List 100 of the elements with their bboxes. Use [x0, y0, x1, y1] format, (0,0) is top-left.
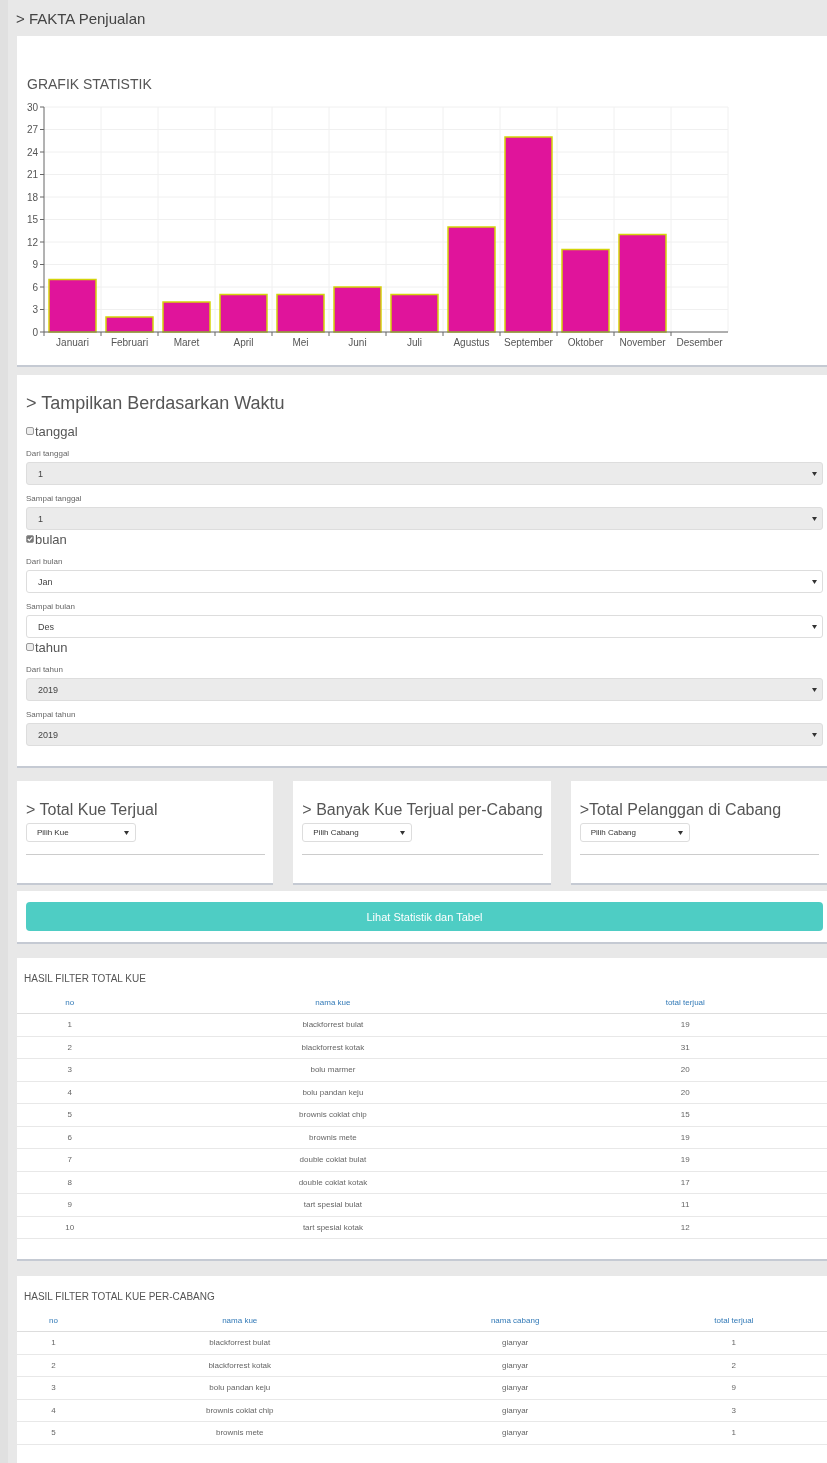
x-tick-label: Juni: [348, 337, 367, 348]
field-label: Sampai bulan: [26, 602, 76, 611]
table-cell: 9: [17, 1193, 123, 1216]
y-tick-label: 21: [26, 169, 38, 180]
table-cell: blackforrest bulat: [122, 1013, 544, 1036]
column-header: nama cabang: [389, 1310, 641, 1332]
table-cell: 4: [17, 1081, 123, 1104]
table-cell: blackforrest kotak: [89, 1354, 390, 1377]
select-field[interactable]: Jan: [26, 570, 823, 593]
column-header: nama kue: [122, 992, 544, 1014]
field-label: Sampai tahun: [26, 710, 77, 719]
table-cell: tart spesial kotak: [122, 1216, 544, 1239]
x-tick-label: Agustus: [453, 337, 490, 348]
table-cell: 9: [640, 1376, 827, 1399]
table-cell: gianyar: [389, 1421, 641, 1444]
x-tick-label: Mei: [292, 337, 309, 348]
y-tick-label: 12: [26, 236, 38, 248]
table-cell: gianyar: [389, 1399, 641, 1422]
card-title: > Banyak Kue Terjual per-Cabang: [302, 801, 543, 819]
table-cell: 7: [17, 1148, 123, 1171]
field-label: Dari tanggal: [26, 449, 71, 458]
chart-bar: [48, 278, 97, 333]
select-field[interactable]: Pilih Kue: [26, 823, 136, 842]
table-cell: 10: [17, 1216, 123, 1239]
select-field[interactable]: Pilih Cabang: [302, 823, 413, 842]
column-header: no: [17, 992, 123, 1014]
field-label: Sampai tanggal: [26, 494, 83, 503]
y-tick-label: 30: [26, 101, 38, 113]
table-cell: 20: [543, 1081, 827, 1104]
x-tick-label: Maret: [173, 337, 200, 348]
table-cell: double coklat bulat: [122, 1148, 544, 1171]
caret-icon: [677, 830, 683, 835]
table-cell: 2: [17, 1354, 90, 1377]
table-cell: gianyar: [389, 1376, 641, 1399]
y-tick-label: 3: [32, 304, 38, 315]
column-header: total terjual: [640, 1310, 827, 1332]
table-cell: 3: [17, 1376, 90, 1399]
chart-title: GRAFIK STATISTIK: [27, 76, 153, 94]
table-cell: 2: [17, 1036, 123, 1059]
caret-icon: [400, 830, 406, 835]
table-title: HASIL FILTER TOTAL KUE PER-CABANG: [24, 1291, 216, 1302]
table-cell: brownis mete: [89, 1421, 390, 1444]
table-cell: bolu pandan keju: [122, 1081, 544, 1104]
y-tick-label: 24: [26, 146, 38, 158]
table-cell: brownis mete: [122, 1126, 544, 1149]
table-cell: gianyar: [389, 1331, 641, 1354]
table-cell: 19: [543, 1148, 827, 1171]
caret-icon: [812, 687, 817, 692]
checkbox[interactable]: [26, 427, 34, 435]
select-field[interactable]: Pilih Cabang: [579, 823, 690, 842]
caret-icon: [124, 830, 129, 835]
card-title: > Total Kue Terjual: [26, 801, 159, 819]
y-tick-label: 6: [32, 281, 38, 293]
table-cell: 2: [640, 1354, 827, 1377]
checkbox[interactable]: [26, 535, 34, 543]
table-cell: 19: [543, 1126, 827, 1149]
table-cell: bolu marmer: [122, 1058, 544, 1081]
field-label: Dari tahun: [26, 665, 64, 674]
x-tick-label: Oktober: [567, 337, 604, 348]
table-cell: gianyar: [389, 1354, 641, 1377]
field-label: Dari bulan: [26, 557, 64, 566]
table-cell: blackforrest kotak: [122, 1036, 544, 1059]
table-cell: tart spesial bulat: [122, 1193, 544, 1216]
table-cell: brownis coklat chip: [122, 1103, 544, 1126]
table-cell: 8: [17, 1171, 123, 1194]
table-cell: bolu pandan keju: [89, 1376, 390, 1399]
table-cell: 3: [17, 1058, 123, 1081]
x-tick-label: November: [619, 337, 666, 348]
table-cell: 4: [17, 1399, 90, 1422]
x-tick-label: September: [504, 337, 553, 348]
card-title: >Total Pelanggan di Cabang: [579, 801, 783, 819]
chart-bar: [333, 286, 382, 333]
table-cell: blackforrest bulat: [89, 1331, 390, 1354]
caret-icon: [812, 579, 817, 584]
table-cell: 1: [640, 1331, 827, 1354]
table-cell: 5: [17, 1421, 90, 1444]
table-cell: 15: [543, 1103, 827, 1126]
section-title: > FAKTA Penjualan: [15, 9, 147, 29]
checkbox[interactable]: [26, 643, 34, 651]
caret-icon: [812, 516, 817, 521]
caret-icon: [812, 624, 817, 629]
x-tick-label: Desember: [676, 337, 723, 348]
chart-bar: [276, 293, 325, 333]
table-cell: 6: [17, 1126, 123, 1149]
chart-bar: [219, 293, 268, 333]
table-cell: 1: [17, 1331, 90, 1354]
y-tick-label: 15: [26, 214, 38, 225]
table-cell: brownis coklat chip: [89, 1399, 390, 1422]
table-cell: 20: [543, 1058, 827, 1081]
chart-bar: [162, 301, 211, 333]
x-tick-label: Januari: [56, 337, 89, 348]
y-tick-label: 0: [32, 326, 38, 338]
checkbox-label: tanggal: [35, 423, 78, 439]
y-tick-label: 9: [32, 259, 38, 270]
select-field[interactable]: Des: [26, 615, 823, 638]
table-cell: double coklat kotak: [122, 1171, 544, 1194]
table-cell: 19: [543, 1013, 827, 1036]
y-tick-label: 18: [26, 191, 38, 203]
table-cell: 11: [543, 1193, 827, 1216]
checkbox-label: tahun: [35, 639, 68, 655]
